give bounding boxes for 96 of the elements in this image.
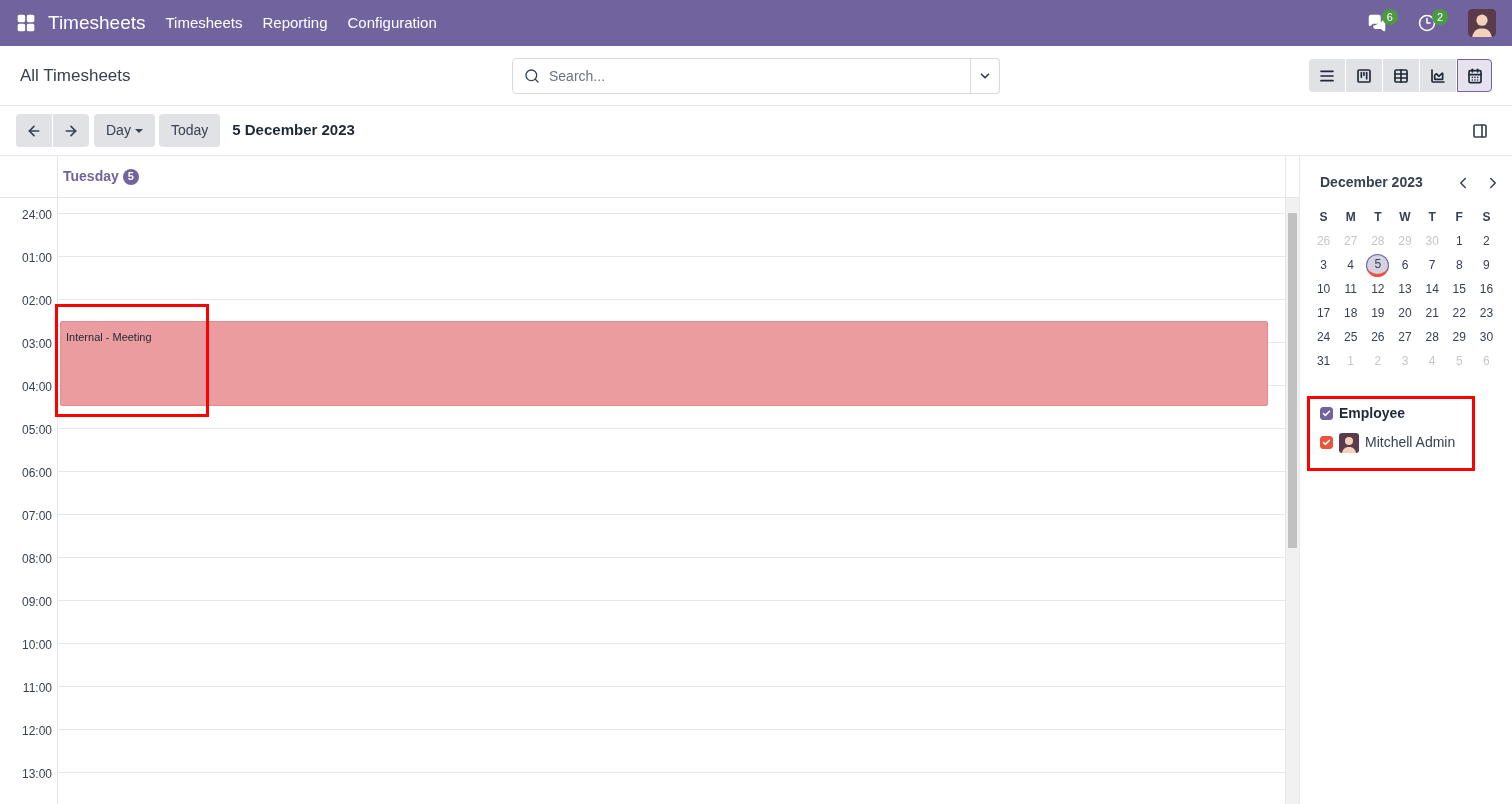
- calendar-day[interactable]: 19: [1371, 304, 1385, 322]
- calendar-day[interactable]: 20: [1398, 304, 1412, 322]
- calendar-day[interactable]: 22: [1452, 304, 1466, 322]
- hour-label: 07:00: [21, 509, 52, 523]
- calendar-day[interactable]: 31: [1316, 352, 1331, 370]
- hour-label: 10:00: [21, 638, 52, 652]
- filter-checkbox[interactable]: [1320, 407, 1333, 420]
- event-title: Internal - Meeting: [66, 330, 152, 343]
- hour-label: 02:00: [21, 294, 52, 308]
- check-icon: [1322, 409, 1331, 418]
- today-button[interactable]: Today: [158, 114, 221, 147]
- avatar-icon: [1468, 9, 1496, 37]
- hour-label: 12:00: [21, 724, 52, 738]
- hour-label: 04:00: [21, 380, 52, 394]
- calendar-day[interactable]: 27: [1398, 328, 1412, 346]
- next-button[interactable]: [53, 114, 89, 147]
- hour-label: 24:00: [21, 208, 52, 222]
- weekday-label: S: [1482, 209, 1491, 226]
- weekday-label: W: [1399, 209, 1411, 226]
- calendar-day[interactable]: 3: [1320, 256, 1327, 274]
- calendar-day[interactable]: 30: [1479, 328, 1494, 346]
- chat-icon: [1367, 14, 1386, 32]
- clock-icon: [1417, 14, 1436, 32]
- filter-label: Employee: [1339, 404, 1406, 423]
- weekday-label: M: [1345, 209, 1356, 226]
- calendar-day[interactable]: 28: [1425, 328, 1439, 346]
- page-title: All Timesheets: [20, 64, 132, 87]
- hour-label: 13:00: [21, 767, 52, 781]
- view-switch-button[interactable]: [1309, 59, 1345, 92]
- app-name[interactable]: Timesheets: [48, 8, 146, 38]
- avatar-icon: [1339, 432, 1359, 453]
- hour-label: 09:00: [21, 595, 52, 609]
- count-badge: 6: [1381, 9, 1398, 25]
- calendar-day[interactable]: 12: [1371, 280, 1385, 298]
- kanban-icon: [1356, 67, 1372, 84]
- menu-item[interactable]: Configuration: [347, 11, 437, 35]
- menu-item[interactable]: Timesheets: [165, 11, 243, 35]
- weekday-label: T: [1428, 209, 1436, 226]
- calendar-day[interactable]: 8: [1455, 256, 1463, 274]
- calendar-day[interactable]: 21: [1425, 304, 1439, 322]
- systray-button[interactable]: [1367, 14, 1386, 32]
- calendar-day[interactable]: 4: [1347, 256, 1355, 274]
- calendar-day[interactable]: 2: [1483, 232, 1490, 250]
- calendar-day[interactable]: 23: [1479, 304, 1494, 322]
- calendar-day[interactable]: 10: [1316, 280, 1331, 298]
- calendar-day[interactable]: 1: [1455, 232, 1463, 250]
- hour-label: 08:00: [21, 552, 52, 566]
- view-switch-button[interactable]: [1383, 59, 1419, 92]
- scale-dropdown[interactable]: Day: [94, 114, 155, 147]
- hour-label: 01:00: [21, 251, 52, 265]
- calendar-day[interactable]: 14: [1425, 280, 1439, 298]
- calendar-event[interactable]: Internal - Meeting: [60, 320, 1268, 406]
- search-icon: [524, 67, 540, 84]
- view-switch-button[interactable]: [1420, 59, 1456, 92]
- count-badge: 2: [1431, 9, 1448, 25]
- calendar-day[interactable]: 7: [1428, 256, 1436, 274]
- current-date: 5 December 2023: [232, 120, 355, 141]
- calendar-day[interactable]: 6: [1401, 256, 1409, 274]
- calendar-day[interactable]: 29: [1452, 328, 1466, 346]
- calendar-day[interactable]: 24: [1316, 328, 1331, 346]
- filter-checkbox[interactable]: [1320, 436, 1333, 449]
- day-number-badge: 5: [122, 168, 139, 185]
- sidebar-toggle-icon[interactable]: [1472, 122, 1488, 139]
- systray-button[interactable]: [1417, 14, 1436, 32]
- calendar-day[interactable]: 18: [1344, 304, 1358, 322]
- hour-label: 03:00: [21, 337, 52, 351]
- calendar-day[interactable]: 15: [1452, 280, 1466, 298]
- calendar-day[interactable]: 16: [1479, 280, 1494, 298]
- calendar-day[interactable]: 13: [1398, 280, 1412, 298]
- apps-menu-icon[interactable]: [16, 13, 36, 33]
- month-title: December 2023: [1320, 173, 1424, 192]
- hour-label: 06:00: [21, 466, 52, 480]
- calendar-icon: [1466, 67, 1483, 84]
- calendar-day[interactable]: 26: [1371, 328, 1385, 346]
- caret-icon: [134, 128, 143, 133]
- area-chart-icon: [1430, 67, 1446, 84]
- calendar-day[interactable]: 5: [1366, 253, 1390, 277]
- weekday-label: S: [1319, 209, 1328, 226]
- search-field[interactable]: Search...: [512, 57, 971, 94]
- check-icon: [1322, 438, 1331, 447]
- filter-label: Mitchell Admin: [1365, 433, 1456, 452]
- menu-item[interactable]: Reporting: [262, 11, 328, 35]
- weekday-label: F: [1455, 209, 1463, 226]
- calendar-day[interactable]: 25: [1344, 328, 1358, 346]
- day-name: Tuesday: [63, 167, 119, 186]
- hour-label: 05:00: [21, 423, 52, 437]
- table-icon: [1393, 67, 1409, 84]
- calendar-day[interactable]: 11: [1344, 280, 1357, 298]
- scrollbar[interactable]: [1285, 198, 1299, 804]
- previous-button[interactable]: [16, 114, 52, 147]
- calendar-day[interactable]: 9: [1483, 256, 1490, 274]
- calendar-day[interactable]: 17: [1316, 304, 1331, 322]
- weekday-label: T: [1374, 209, 1382, 226]
- view-switch-button[interactable]: [1346, 59, 1382, 92]
- hour-label: 11:00: [22, 681, 52, 695]
- view-switch-button[interactable]: [1457, 59, 1492, 92]
